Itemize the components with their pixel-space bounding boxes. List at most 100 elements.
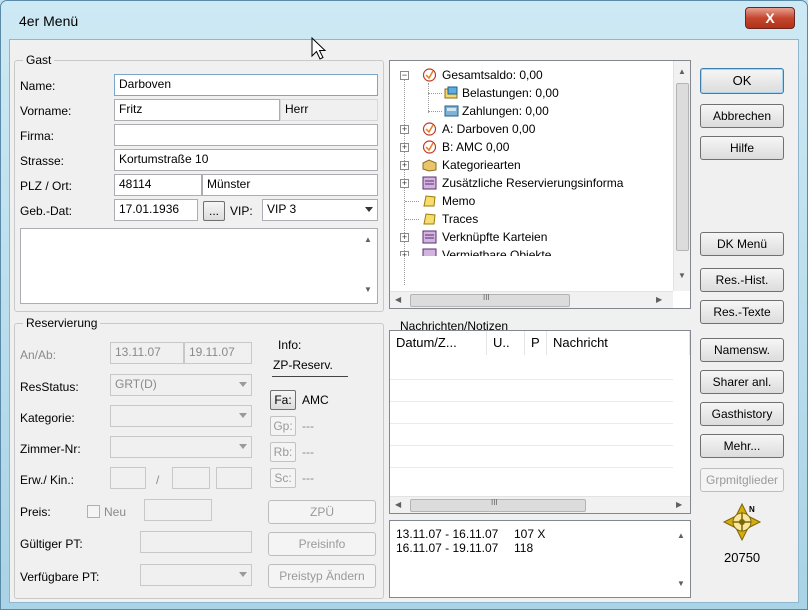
company-link-value: AMC <box>302 393 329 407</box>
ok-button[interactable]: OK <box>700 68 784 94</box>
reservation-history-button[interactable]: Res.-Hist. <box>700 268 784 292</box>
company-link-button[interactable]: Fa: <box>270 390 296 410</box>
price-info-button[interactable]: Preisinfo <box>268 532 376 556</box>
expand-icon: + <box>400 124 409 134</box>
street-label: Strasse: <box>20 154 65 168</box>
note-line-text: 118 <box>514 541 534 555</box>
room-select[interactable] <box>110 436 252 458</box>
textarea-scrollbar[interactable]: ▲ ▼ <box>360 229 377 303</box>
tree-item-label: Vermietbare Objekte <box>442 248 552 256</box>
column-header-user[interactable]: U.. <box>487 331 525 355</box>
column-header-date[interactable]: Datum/Z... <box>390 331 487 355</box>
tree-item-gesamtsaldo[interactable]: − Gesamtsaldo: 0,00 <box>390 67 670 85</box>
charges-icon <box>444 86 458 99</box>
adults-children-separator: / <box>156 473 160 487</box>
scroll-thumb[interactable]: III <box>410 498 586 512</box>
tree-item-traces[interactable]: Traces <box>390 211 670 229</box>
tree-item-rentable-objects[interactable]: + Vermietbare Objekte <box>390 247 670 256</box>
chevron-down-icon <box>239 444 247 449</box>
resstatus-select[interactable]: GRT(D) <box>110 374 252 396</box>
tree-vertical-scrollbar[interactable]: ▲ ▼ <box>673 61 690 291</box>
help-button[interactable]: Hilfe <box>700 136 784 160</box>
tree-line <box>405 201 419 202</box>
birthdate-picker-button[interactable]: ... <box>203 201 225 221</box>
tree-item-reservation-info[interactable]: + Zusätzliche Reservierungsinforma <box>390 175 670 193</box>
scroll-right-icon: ▶ <box>656 295 663 304</box>
tree-item-label: Kategoriearten <box>442 158 521 172</box>
chevron-down-icon <box>239 382 247 387</box>
valid-pricetype-field[interactable] <box>140 531 252 553</box>
firstname-field[interactable]: Fritz <box>114 99 280 121</box>
guest-history-button[interactable]: Gasthistory <box>700 402 784 426</box>
tree-item-zahlungen[interactable]: Zahlungen: 0,00 <box>390 103 670 121</box>
tree-horizontal-scrollbar[interactable]: ◀ III ▶ <box>390 291 673 308</box>
valid-pricetype-label: Gültiger PT: <box>20 537 83 551</box>
street-field[interactable]: Kortumstraße 10 <box>114 149 378 171</box>
tree-item-linked-files[interactable]: + Verknüpfte Karteien <box>390 229 670 247</box>
available-pricetype-select[interactable] <box>140 564 252 586</box>
messages-list[interactable]: Datum/Z... U.. P Nachricht ◀ III ▶ <box>389 330 691 514</box>
close-button[interactable]: X <box>745 7 795 29</box>
birthdate-field[interactable]: 17.01.1936 <box>114 199 198 221</box>
add-sharer-button[interactable]: Sharer anl. <box>700 370 784 394</box>
category-select[interactable] <box>110 405 252 427</box>
children-field[interactable] <box>172 467 210 489</box>
column-header-priority[interactable]: P <box>525 331 547 355</box>
group-members-button[interactable]: Grpmitglieder <box>700 468 784 492</box>
price-label: Preis: <box>20 505 51 519</box>
adults-field[interactable] <box>110 467 146 489</box>
guest-group-title: Gast <box>23 53 55 67</box>
title-bar[interactable]: 4er Menü X <box>1 1 807 39</box>
more-button[interactable]: Mehr... <box>700 434 784 458</box>
source-link-value: --- <box>302 471 314 485</box>
name-field[interactable]: Darboven <box>114 74 378 96</box>
payments-icon <box>444 105 459 117</box>
price-field[interactable] <box>144 499 212 521</box>
travel-agency-link-button[interactable]: Rb: <box>270 442 296 462</box>
tree-item-kategoriearten[interactable]: + Kategoriearten <box>390 157 670 175</box>
cancel-button[interactable]: Abbrechen <box>700 104 784 128</box>
scroll-thumb[interactable] <box>676 83 689 251</box>
new-price-checkbox[interactable] <box>87 505 100 518</box>
children-extra-field[interactable] <box>216 467 252 489</box>
tree-item-memo[interactable]: Memo <box>390 193 670 211</box>
column-header-message[interactable]: Nachricht <box>547 331 690 355</box>
zpu-button[interactable]: ZPÜ <box>268 500 376 524</box>
row-divider <box>390 445 673 446</box>
source-link-button[interactable]: Sc: <box>270 468 296 488</box>
group-link-button[interactable]: Gp: <box>270 416 296 436</box>
zip-city-label: PLZ / Ort: <box>20 179 73 193</box>
tree-item-account-a[interactable]: + A: Darboven 0,00 <box>390 121 670 139</box>
name-search-button[interactable]: Namensw. <box>700 338 784 362</box>
departure-field[interactable]: 19.11.07 <box>184 342 252 364</box>
city-field[interactable]: Münster <box>202 174 378 196</box>
note-icon <box>423 195 436 207</box>
expand-icon: + <box>400 142 409 152</box>
notes-scrollbar[interactable]: ▲ ▼ <box>673 521 690 597</box>
company-field[interactable] <box>114 124 378 146</box>
scroll-thumb[interactable]: III <box>410 293 570 307</box>
messages-horizontal-scrollbar[interactable]: ◀ III ▶ <box>390 496 690 513</box>
reservation-group-title: Reservierung <box>23 316 101 330</box>
collapse-icon: − <box>400 70 409 80</box>
tree-item-account-b[interactable]: + B: AMC 0,00 <box>390 139 670 157</box>
folio-tree-view[interactable]: − Gesamtsaldo: 0,00 Belastungen: 0,00 Za… <box>389 60 691 309</box>
tree-item-label: Gesamtsaldo: 0,00 <box>442 68 543 82</box>
scroll-down-icon: ▼ <box>364 285 372 294</box>
info-divider <box>272 376 348 377</box>
note-line-text: 107 X <box>514 527 546 541</box>
tree-item-belastungen[interactable]: Belastungen: 0,00 <box>390 85 670 103</box>
scroll-grip: III <box>483 293 490 302</box>
resstatus-value: GRT(D) <box>115 377 157 391</box>
guest-notes-textarea[interactable]: ▲ ▼ <box>20 228 378 304</box>
dk-menu-button[interactable]: DK Menü <box>700 232 784 256</box>
change-pricetype-button[interactable]: Preistyp Ändern <box>268 564 376 588</box>
tree-item-label: Verknüpfte Karteien <box>442 230 548 244</box>
room-notes-box[interactable]: 13.11.07 - 16.11.07 107 X 16.11.07 - 19.… <box>389 520 691 598</box>
zip-field[interactable]: 48114 <box>114 174 202 196</box>
reservation-texts-button[interactable]: Res.-Texte <box>700 300 784 324</box>
arrival-departure-label: An/Ab: <box>20 348 57 362</box>
vip-select[interactable]: VIP 3 <box>262 199 378 221</box>
expand-icon: + <box>400 251 409 256</box>
arrival-field[interactable]: 13.11.07 <box>110 342 184 364</box>
